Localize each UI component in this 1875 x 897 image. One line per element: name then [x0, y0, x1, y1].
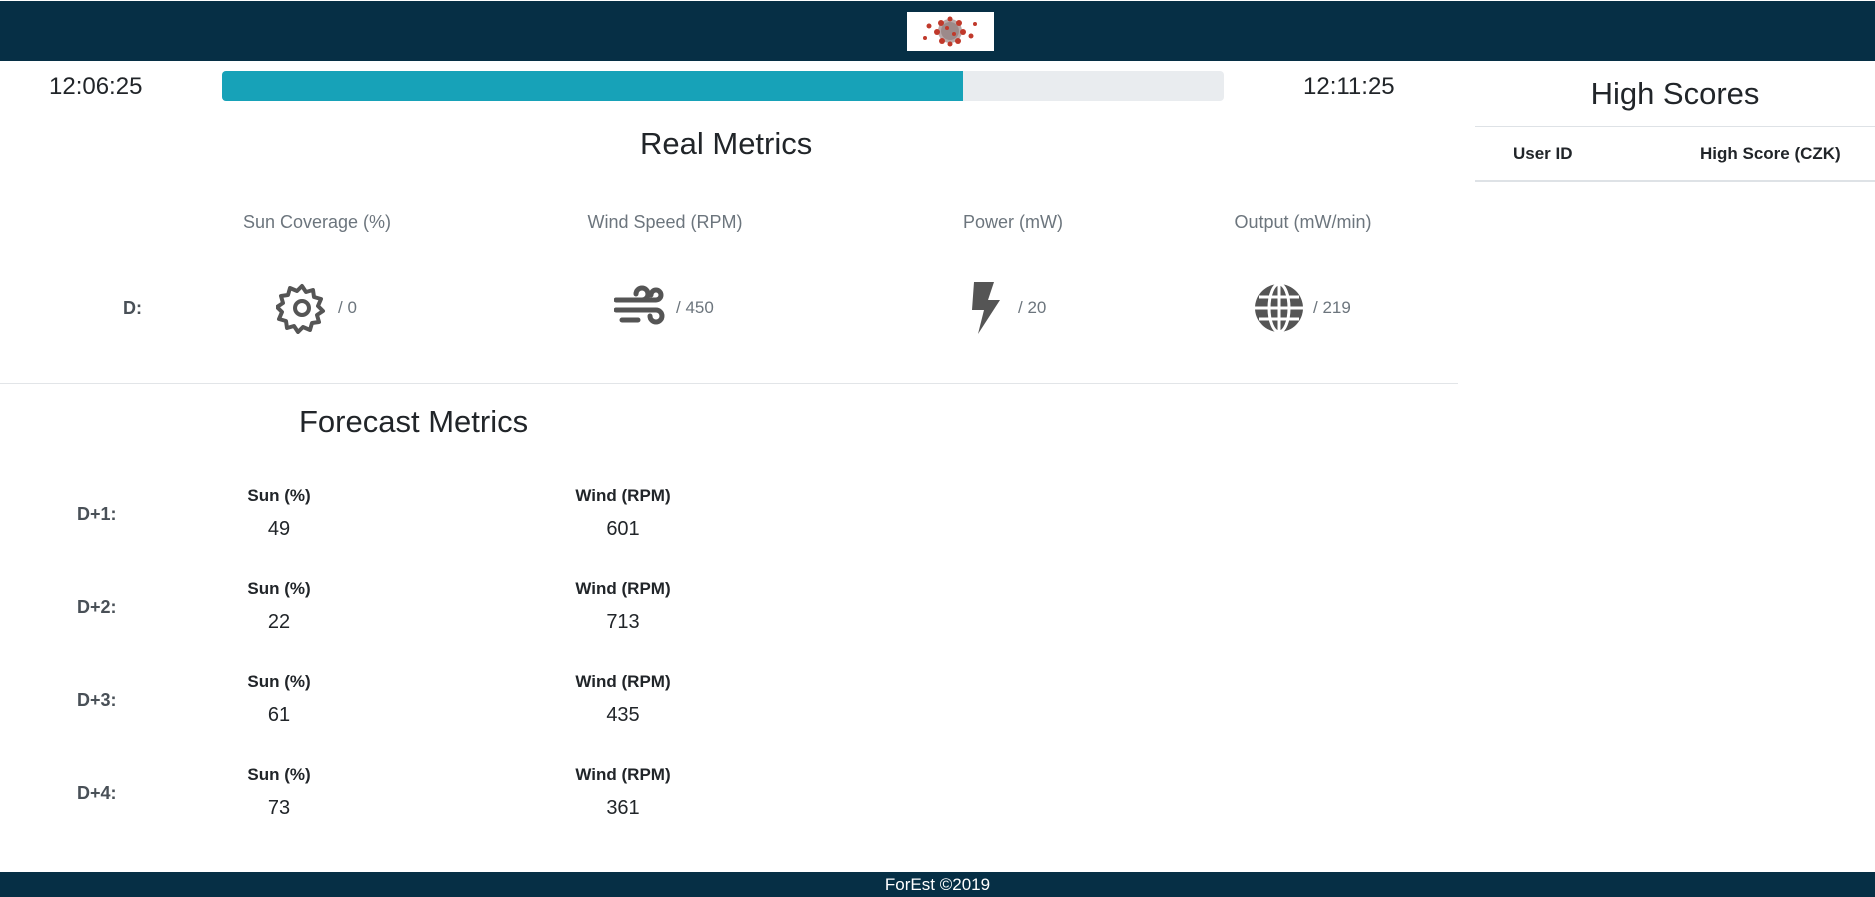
- forecast-wind-header: Wind (RPM): [575, 672, 671, 691]
- forecast-wind-header: Wind (RPM): [575, 765, 671, 784]
- wind-speed-label: Wind Speed (RPM): [587, 212, 743, 232]
- forecast-sun-header: Sun (%): [247, 672, 311, 691]
- forecast-sun-value: 61: [267, 704, 291, 726]
- forecast-wind-header: Wind (RPM): [575, 486, 671, 505]
- wind-icon: [614, 282, 666, 334]
- time-progress-bar: [222, 71, 1224, 101]
- forecast-day-label: D+4:: [77, 783, 117, 803]
- sun-coverage-label: Sun Coverage (%): [242, 212, 392, 232]
- forecast-wind-value: 601: [606, 518, 640, 540]
- progress-bar-fill: [222, 71, 964, 101]
- high-score-column-header: High Score (CZK): [1700, 144, 1841, 163]
- start-time: 12:06:25: [49, 73, 143, 100]
- end-time: 12:11:25: [1303, 73, 1395, 100]
- power-label: Power (mW): [963, 212, 1063, 232]
- globe-icon: [1253, 282, 1305, 334]
- top-navbar: [0, 0, 1875, 61]
- forecast-sun-value: 49: [267, 518, 291, 540]
- forecast-metrics-title: Forecast Metrics: [299, 404, 529, 439]
- footer: ForEst ©2019: [0, 872, 1875, 897]
- forecast-wind-value: 361: [606, 797, 640, 819]
- wind-speed-value: / 450: [676, 298, 714, 317]
- forecast-sun-header: Sun (%): [247, 579, 311, 598]
- forecast-sun-header: Sun (%): [247, 486, 311, 505]
- virus-logo-icon[interactable]: [907, 12, 994, 51]
- forecast-wind-value: 713: [606, 611, 640, 633]
- section-divider: [0, 383, 1458, 384]
- power-value: / 20: [1018, 298, 1047, 317]
- forecast-day-label: D+1:: [77, 504, 117, 524]
- forecast-sun-value: 22: [267, 611, 291, 633]
- gear-icon: [276, 282, 328, 334]
- output-label: Output (mW/min): [1234, 212, 1372, 232]
- forecast-sun-value: 73: [267, 797, 291, 819]
- sun-coverage-value: / 0: [338, 298, 357, 317]
- real-day-label: D:: [123, 298, 142, 318]
- forecast-wind-header: Wind (RPM): [575, 579, 671, 598]
- user-id-column-header: User ID: [1513, 144, 1573, 163]
- bolt-icon: [968, 282, 1002, 334]
- high-scores-title: High Scores: [1590, 76, 1760, 111]
- output-value: / 219: [1313, 298, 1351, 317]
- real-metrics-title: Real Metrics: [640, 126, 813, 161]
- forecast-sun-header: Sun (%): [247, 765, 311, 784]
- forecast-day-label: D+3:: [77, 690, 117, 710]
- forecast-day-label: D+2:: [77, 597, 117, 617]
- forecast-wind-value: 435: [606, 704, 640, 726]
- high-scores-table: User ID High Score (CZK): [1475, 126, 1875, 182]
